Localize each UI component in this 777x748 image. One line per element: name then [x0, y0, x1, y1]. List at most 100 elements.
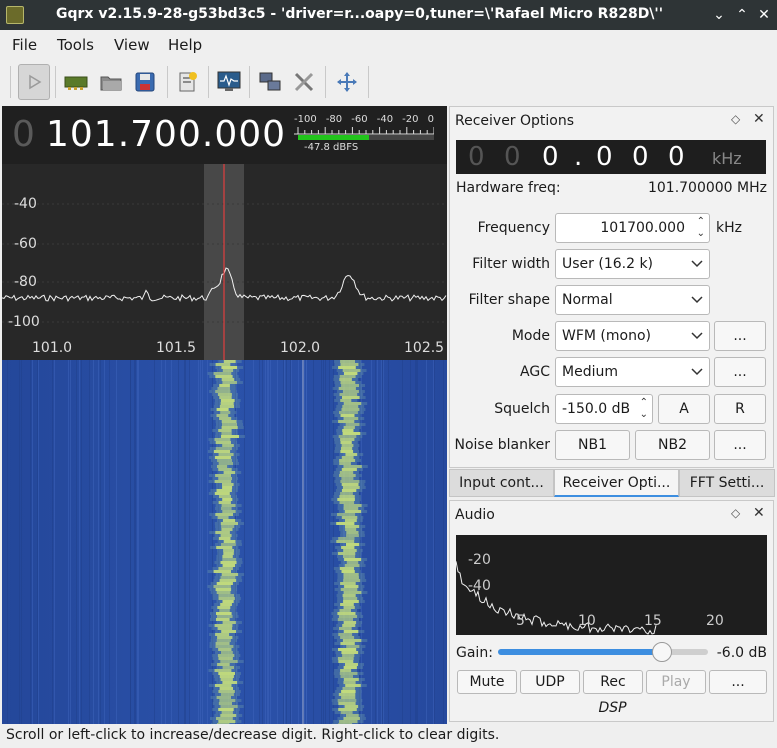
bookmark-icon[interactable] — [172, 64, 204, 100]
mode-select[interactable]: WFM (mono) — [555, 321, 710, 351]
waterfall-plot[interactable] — [2, 360, 447, 724]
meter-scale — [294, 127, 434, 135]
agc-label: AGC — [520, 364, 550, 380]
frequency-display[interactable]: 101.700.000 — [46, 114, 286, 155]
filter-shape-value: Normal — [562, 292, 613, 308]
offset-unit: kHz — [712, 149, 742, 168]
open-icon[interactable] — [95, 64, 127, 100]
noise-blanker-label: Noise blanker — [454, 437, 551, 453]
spectrum-plot[interactable]: -40 -60 -80 -100 101.0 101.5 102.0 102.5 — [2, 164, 447, 360]
gain-slider-fill — [498, 649, 662, 655]
frequency-lead-digit[interactable]: 0 — [12, 114, 35, 155]
offset-digit[interactable]: 0 — [632, 142, 649, 172]
freq-tick: 102.0 — [280, 340, 321, 356]
freq-tick: 101.5 — [156, 340, 197, 356]
offset-digit[interactable]: 0 — [468, 142, 485, 172]
nb1-button[interactable]: NB1 — [555, 430, 630, 460]
chevron-down-icon — [691, 296, 703, 304]
device-icon[interactable] — [60, 64, 92, 100]
offset-frequency-display[interactable]: 0 0 0 . 0 0 0 kHz — [456, 140, 766, 174]
toolbar-separator — [167, 66, 168, 98]
chevron-down-icon — [691, 332, 703, 340]
tab-receiver-options[interactable]: Receiver Opti... — [554, 469, 679, 497]
squelch-value[interactable]: -150.0 dB — [562, 401, 630, 417]
udp-button[interactable]: UDP — [520, 670, 580, 694]
audio-khz-tick: 5 — [516, 613, 525, 629]
freq-tick: 102.5 — [404, 340, 445, 356]
play-button[interactable]: Play — [646, 670, 706, 694]
close-icon[interactable]: ✕ — [753, 111, 765, 127]
toolbar-separator — [10, 66, 11, 98]
mode-label: Mode — [511, 328, 550, 344]
spinner-arrows-icon[interactable]: ⌃ ⌄ — [697, 216, 705, 240]
audio-khz-tick: 15 — [644, 613, 662, 629]
menu-view[interactable]: View — [114, 36, 150, 54]
meter-tick: -100 — [294, 114, 317, 125]
noise-blanker-options-button[interactable]: ... — [714, 430, 766, 460]
squelch-auto-button[interactable]: A — [658, 394, 710, 424]
meter-track — [298, 135, 434, 140]
float-icon[interactable]: ◇ — [731, 506, 740, 520]
offset-digit[interactable]: 0 — [596, 142, 613, 172]
gain-label: Gain: — [456, 645, 493, 661]
frequency-input[interactable]: 101700.000 ⌃ ⌄ — [555, 213, 710, 243]
close-icon[interactable]: ✕ — [753, 505, 765, 521]
audio-db-tick: -40 — [468, 578, 491, 594]
filter-width-label: Filter width — [472, 256, 550, 272]
nb2-button[interactable]: NB2 — [635, 430, 710, 460]
offset-digit[interactable]: 0 — [668, 142, 685, 172]
receiver-options-dock: Receiver Options ◇ ✕ 0 0 0 . 0 0 0 kHz H… — [449, 106, 774, 468]
gain-slider[interactable] — [498, 642, 708, 662]
db-tick: -100 — [8, 314, 40, 330]
monitor-icon[interactable] — [213, 64, 245, 100]
menu-file[interactable]: File — [12, 36, 37, 54]
tab-input-controls[interactable]: Input cont... — [449, 469, 554, 497]
offset-digit[interactable]: 0 — [542, 142, 559, 172]
network-icon[interactable] — [254, 64, 286, 100]
audio-options-button[interactable]: ... — [709, 670, 767, 694]
mode-options-button[interactable]: ... — [714, 321, 766, 351]
freq-tick: 101.0 — [32, 340, 73, 356]
menu-help[interactable]: Help — [168, 36, 202, 54]
save-icon[interactable] — [129, 64, 161, 100]
dock-move-icon[interactable] — [331, 64, 363, 100]
float-icon[interactable]: ◇ — [731, 112, 740, 126]
db-tick: -40 — [14, 196, 37, 212]
audio-khz-tick: 20 — [706, 613, 724, 629]
audio-dock: Audio ◇ ✕ -20 -40 5 10 15 20 Gain: -6.0 … — [449, 500, 774, 722]
squelch-input[interactable]: -150.0 dB ⌃ ⌄ — [555, 394, 653, 424]
chevron-down-icon — [691, 260, 703, 268]
close-button[interactable]: ✕ — [755, 6, 773, 24]
squelch-reset-button[interactable]: R — [714, 394, 766, 424]
filter-shape-select[interactable]: Normal — [555, 285, 710, 315]
offset-digit[interactable]: 0 — [504, 142, 521, 172]
filter-width-select[interactable]: User (16.2 k) — [555, 249, 710, 279]
mute-button[interactable]: Mute — [457, 670, 517, 694]
tab-fft-settings[interactable]: FFT Setti... — [679, 469, 775, 497]
agc-select[interactable]: Medium — [555, 357, 710, 387]
spinner-arrows-icon[interactable]: ⌃ ⌄ — [640, 397, 648, 421]
audio-khz-tick: 10 — [578, 613, 596, 629]
agc-options-button[interactable]: ... — [714, 357, 766, 387]
agc-value: Medium — [562, 364, 618, 380]
gain-value: -6.0 dB — [716, 645, 767, 661]
minimize-button[interactable]: ⌄ — [710, 6, 728, 24]
meter-tick: -80 — [325, 114, 343, 125]
level-meter: -100 -80 -60 -40 -20 0 -47.8 dBFS — [294, 114, 434, 156]
dock-title: Audio — [455, 507, 495, 523]
maximize-button[interactable]: ⌃ — [733, 6, 751, 24]
play-icon[interactable] — [18, 64, 50, 100]
dock-title: Receiver Options — [455, 113, 575, 129]
filter-shape-label: Filter shape — [468, 292, 550, 308]
frequency-input-value[interactable]: 101700.000 — [600, 220, 685, 236]
tools-icon[interactable] — [288, 64, 320, 100]
toolbar-separator — [249, 66, 250, 98]
meter-tick: -60 — [351, 114, 368, 125]
db-tick: -60 — [14, 236, 37, 252]
audio-trace — [455, 561, 657, 635]
menu-tools[interactable]: Tools — [57, 36, 94, 54]
gain-slider-handle[interactable] — [651, 642, 672, 662]
filter-width-value: User (16.2 k) — [562, 256, 654, 272]
rec-button[interactable]: Rec — [583, 670, 643, 694]
spectrum-display: 0 101.700.000 -100 -80 -60 -40 -20 0 -47… — [2, 106, 447, 724]
